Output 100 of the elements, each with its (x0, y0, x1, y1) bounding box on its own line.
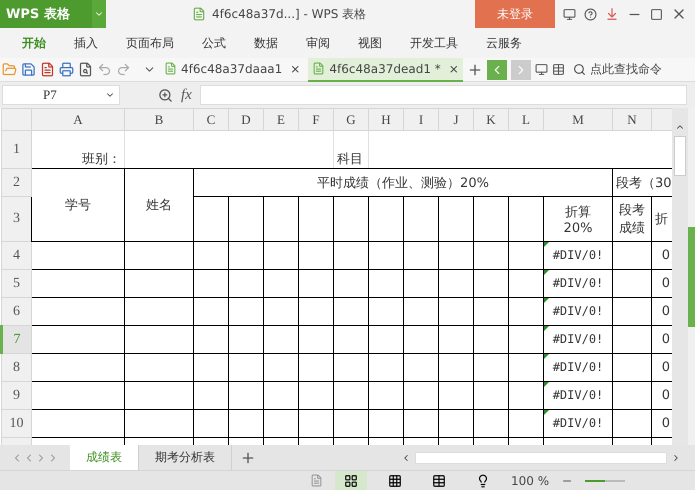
column-header[interactable]: F (298, 108, 334, 130)
table-cell (298, 354, 334, 382)
menu-tab[interactable]: 数据 (240, 34, 292, 52)
name-box[interactable]: P7 (2, 85, 120, 105)
zoom-icon[interactable] (158, 88, 173, 102)
cell-text: #DIV/0! (552, 332, 604, 346)
menu-tab[interactable]: 开始 (8, 34, 60, 52)
row-header[interactable]: 1 (2, 130, 32, 168)
zoom-level: 100 % (511, 474, 550, 488)
save-icon[interactable] (21, 62, 36, 77)
table-cell (228, 326, 264, 354)
cell-text: #DIV/0! (552, 388, 604, 402)
print-icon[interactable] (59, 62, 74, 77)
document-tab[interactable]: 4f6c48a37daaa1 × (160, 58, 304, 82)
cell-text: #DIV/0! (552, 416, 604, 430)
column-header[interactable]: A (32, 108, 124, 130)
table-cell (334, 354, 368, 382)
scrollbar-thumb[interactable] (415, 452, 667, 464)
table-cell (334, 298, 368, 326)
column-header[interactable]: C (194, 108, 228, 130)
cell-text: 平时成绩（作业、测验）20% (317, 176, 489, 190)
new-tab-icon[interactable] (466, 62, 483, 78)
menu-tab[interactable]: 视图 (344, 34, 396, 52)
column-header[interactable]: J (438, 108, 474, 130)
normal-view-button[interactable] (335, 470, 367, 490)
table-cell (368, 326, 404, 354)
column-header[interactable]: M (544, 108, 612, 130)
table-cell (474, 382, 508, 410)
error-marker-icon (544, 298, 549, 303)
sheet-file-icon (312, 62, 326, 75)
document-tab[interactable]: 4f6c48a37dead1 * × (308, 58, 463, 82)
table-cell (194, 382, 228, 410)
layout-icon[interactable] (552, 63, 565, 76)
help-icon[interactable] (584, 8, 597, 20)
column-header[interactable]: K (474, 108, 508, 130)
formula-field[interactable] (200, 85, 687, 105)
column-header[interactable]: B (124, 108, 194, 130)
table-cell (368, 298, 404, 326)
screen-icon[interactable] (534, 63, 548, 76)
sheet-tab[interactable]: 成绩表 (70, 445, 139, 470)
table-cell (264, 298, 298, 326)
table-cell (404, 382, 438, 410)
row-header[interactable]: 3 (2, 196, 32, 242)
menu-tab[interactable]: 公式 (188, 34, 240, 52)
row-header[interactable]: 5 (2, 270, 32, 298)
row-header[interactable]: 2 (2, 168, 32, 196)
menu-tab[interactable]: 页面布局 (112, 34, 188, 52)
menu-tab[interactable]: 插入 (60, 34, 112, 52)
table-cell (334, 270, 368, 298)
table-cell (438, 298, 474, 326)
table-cell (194, 270, 228, 298)
cell-text: 0 (662, 388, 670, 403)
side-panel-handle[interactable] (688, 226, 695, 326)
table-cell (228, 354, 264, 382)
column-header[interactable]: G (334, 108, 368, 130)
cell-text: 学号 (65, 198, 91, 213)
grid-icon (344, 474, 358, 488)
function-button[interactable]: fx (181, 86, 192, 104)
download-icon[interactable] (605, 7, 619, 21)
cell-text: 0 (662, 332, 670, 347)
table-cell (474, 354, 508, 382)
menu-tab[interactable]: 审阅 (292, 34, 344, 52)
cell-text: 段考（30 (616, 176, 672, 190)
table-cell (438, 242, 474, 270)
table-cell (228, 242, 264, 270)
close-tab-icon[interactable]: × (448, 62, 459, 76)
row-header[interactable]: 10 (2, 410, 32, 438)
column-header[interactable]: I (404, 108, 438, 130)
vertical-scrollbar[interactable] (672, 108, 688, 445)
row-header[interactable]: 4 (2, 242, 32, 270)
table-cell (404, 270, 438, 298)
command-search[interactable]: 点此查找命令 (590, 61, 662, 78)
table-cell (404, 326, 438, 354)
cell-text: 段考 成绩 (619, 203, 645, 236)
table-cell (298, 298, 334, 326)
table-cell (368, 242, 404, 270)
table-cell (264, 410, 298, 438)
row-header[interactable]: 9 (2, 382, 32, 410)
column-header[interactable]: E (264, 108, 298, 130)
table-cell (474, 410, 508, 438)
add-sheet-icon[interactable] (240, 450, 256, 466)
row-header[interactable]: 6 (2, 298, 32, 326)
preview-icon[interactable] (78, 62, 93, 77)
maximize-icon[interactable] (650, 8, 663, 20)
column-header[interactable]: H (368, 108, 404, 130)
menu-tab[interactable]: 开发工具 (396, 34, 472, 52)
cell-text: 班别： (82, 152, 121, 167)
table-cell (334, 382, 368, 410)
column-header[interactable]: L (508, 108, 544, 130)
column-header[interactable]: N (612, 108, 652, 130)
column-header[interactable]: D (228, 108, 264, 130)
close-tab-icon[interactable]: × (290, 62, 300, 76)
scrollbar-thumb[interactable] (674, 136, 686, 176)
menu-tab[interactable]: 云服务 (472, 34, 536, 52)
sheet-file-icon (164, 62, 177, 75)
table-cell (404, 242, 438, 270)
table-cell (124, 270, 194, 298)
row-header[interactable]: 8 (2, 354, 32, 382)
table-cell (474, 242, 508, 270)
error-marker-icon (544, 354, 549, 359)
